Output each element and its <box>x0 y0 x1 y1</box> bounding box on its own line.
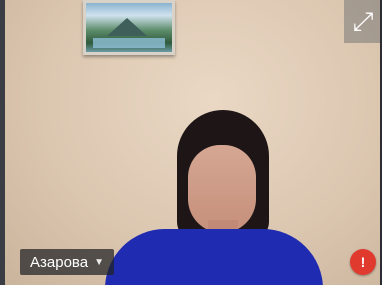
participant-name-tag[interactable]: Азарова ▼ <box>20 249 114 275</box>
participant-name: Азарова <box>30 253 89 271</box>
participant-body <box>105 229 323 285</box>
fullscreen-icon: ⤢ <box>352 5 374 36</box>
fullscreen-button[interactable]: ⤢ <box>344 0 382 43</box>
chevron-down-icon: ▼ <box>94 256 104 268</box>
red-badge-icon[interactable]: ! <box>350 249 376 275</box>
video-tile[interactable]: ⤢ Азарова ▼ ! <box>5 0 382 285</box>
wall-painting <box>83 0 175 55</box>
